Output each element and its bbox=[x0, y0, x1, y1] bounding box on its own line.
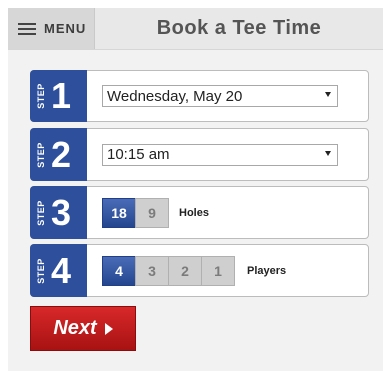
step-word: STEP bbox=[36, 141, 46, 168]
players-option-4[interactable]: 4 bbox=[102, 255, 136, 286]
step-1-row: STEP 1 Wednesday, May 20 bbox=[30, 70, 369, 122]
step-4-badge: STEP 4 bbox=[30, 244, 87, 297]
step-word: STEP bbox=[36, 83, 46, 109]
top-bar: MENU Book a Tee Time bbox=[8, 8, 383, 50]
booking-panel: MENU Book a Tee Time STEP 1 Wednesday, M… bbox=[8, 8, 383, 371]
play-arrow-icon bbox=[104, 322, 113, 335]
time-select[interactable]: 10:15 am bbox=[102, 143, 338, 166]
players-option-2[interactable]: 2 bbox=[168, 255, 202, 286]
step-2-row: STEP 2 10:15 am bbox=[30, 128, 369, 181]
holes-option-9[interactable]: 9 bbox=[135, 197, 169, 228]
step-1-badge: STEP 1 bbox=[30, 70, 87, 122]
holes-option-18[interactable]: 18 bbox=[102, 197, 136, 228]
page-title: Book a Tee Time bbox=[156, 17, 322, 39]
step-number: 3 bbox=[51, 191, 72, 233]
step-4-row: STEP 4 4 3 2 1 Players bbox=[30, 244, 369, 297]
step-number: 2 bbox=[51, 133, 72, 175]
dropdown-arrow-icon bbox=[325, 92, 331, 97]
date-select-value: Wednesday, May 20 bbox=[107, 87, 243, 105]
step-2-badge: STEP 2 bbox=[30, 128, 87, 181]
step-word: STEP bbox=[36, 257, 46, 284]
hamburger-menu-icon bbox=[18, 22, 36, 35]
date-select[interactable]: Wednesday, May 20 bbox=[102, 85, 338, 107]
step-word: STEP bbox=[36, 199, 46, 226]
players-option-3[interactable]: 3 bbox=[135, 255, 169, 286]
players-selector: 4 3 2 1 bbox=[102, 255, 235, 286]
menu-label: MENU bbox=[44, 21, 87, 36]
step-number: 4 bbox=[51, 249, 72, 291]
players-option-1[interactable]: 1 bbox=[201, 255, 235, 286]
step-3-row: STEP 3 18 9 Holes bbox=[30, 186, 369, 239]
step-3-badge: STEP 3 bbox=[30, 186, 87, 239]
holes-label: Holes bbox=[179, 206, 209, 219]
menu-button[interactable]: MENU bbox=[8, 8, 95, 49]
next-button[interactable]: Next bbox=[30, 306, 136, 351]
step-number: 1 bbox=[51, 75, 72, 116]
holes-selector: 18 9 bbox=[102, 197, 169, 228]
next-button-label: Next bbox=[53, 317, 97, 339]
dropdown-arrow-icon bbox=[325, 150, 331, 156]
players-label: Players bbox=[247, 264, 287, 277]
time-select-value: 10:15 am bbox=[107, 146, 170, 163]
